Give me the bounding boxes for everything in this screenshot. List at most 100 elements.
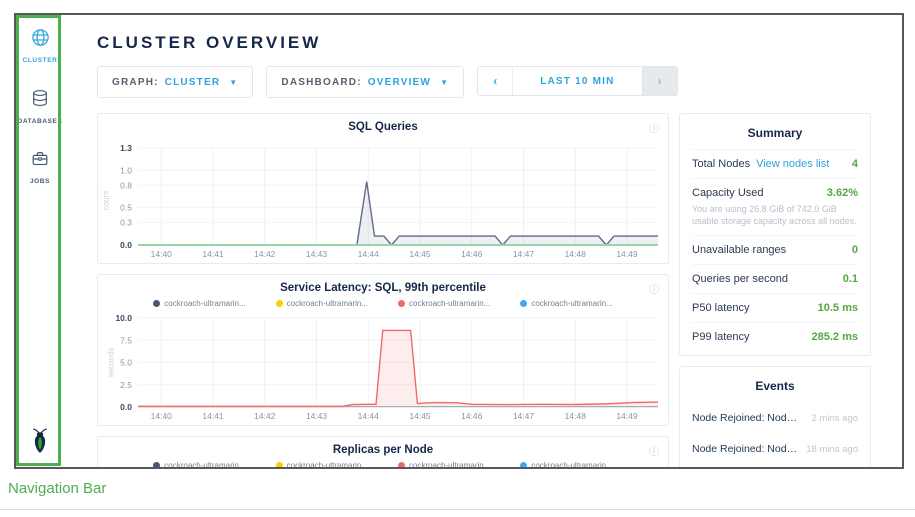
time-range-next-button[interactable]: › <box>642 67 677 95</box>
graph-dropdown-value: CLUSTER <box>165 77 221 88</box>
svg-text:14:40: 14:40 <box>151 249 173 259</box>
chart-title: SQL Queries <box>98 121 668 133</box>
info-icon[interactable]: ⓘ <box>649 443 659 458</box>
event-row[interactable]: Node Rejoined: Node 4 rej...2 mins ago <box>692 402 858 433</box>
graph-dropdown[interactable]: GRAPH: CLUSTER ▼ <box>97 66 253 98</box>
legend-item[interactable]: cockroach-ultramarin... <box>398 299 490 308</box>
svg-text:14:49: 14:49 <box>616 411 638 421</box>
svg-text:14:48: 14:48 <box>565 249 587 259</box>
svg-text:14:41: 14:41 <box>202 411 224 421</box>
summary-row-note: You are using 26.8 GiB of 742.0 GiB usab… <box>692 203 858 227</box>
legend-item[interactable]: cockroach-ultramarin... <box>276 461 368 469</box>
event-text: Node Rejoined: Node 3 rej... <box>692 443 802 455</box>
chart-title: Replicas per Node <box>98 444 668 456</box>
summary-title: Summary <box>692 124 858 149</box>
legend-item[interactable]: cockroach-ultramarin... <box>520 299 612 308</box>
event-row[interactable]: Node Rejoined: Node 3 rej...18 mins ago <box>692 433 858 464</box>
legend-item[interactable]: cockroach-ultramarin... <box>153 461 245 469</box>
event-row[interactable]: Node Rejoined: Node 2 rej...31 mins ago <box>692 464 858 469</box>
chevron-down-icon: ▼ <box>229 78 238 87</box>
sidebar-item-cluster[interactable]: CLUSTER <box>23 27 58 64</box>
chart-panel-sql-queries: SQL Queries ⓘ 14:4014:4114:4214:4314:441… <box>97 113 669 264</box>
svg-text:14:42: 14:42 <box>254 411 276 421</box>
svg-text:14:47: 14:47 <box>513 249 535 259</box>
svg-text:10.0: 10.0 <box>115 313 132 323</box>
summary-row: Queries per second0.1 <box>692 264 858 293</box>
dashboard-dropdown-value: OVERVIEW <box>368 77 431 88</box>
app-window: CLUSTER DATABASES JOBS <box>14 13 904 469</box>
sidebar-item-databases[interactable]: DATABASES <box>18 88 63 125</box>
legend-item[interactable]: cockroach-ultramarin... <box>398 461 490 469</box>
toolbar: GRAPH: CLUSTER ▼ DASHBOARD: OVERVIEW ▼ ‹… <box>97 66 871 98</box>
service-latency-chart[interactable]: 14:4014:4114:4214:4314:4414:4514:4614:47… <box>98 311 666 423</box>
summary-row-label: Total Nodes <box>692 158 750 170</box>
svg-text:14:40: 14:40 <box>151 411 173 421</box>
svg-text:14:43: 14:43 <box>306 249 328 259</box>
legend-dot <box>520 462 527 469</box>
legend-label: cockroach-ultramarin... <box>531 461 612 469</box>
svg-text:5.0: 5.0 <box>120 358 132 368</box>
legend-item[interactable]: cockroach-ultramarin... <box>153 299 245 308</box>
events-panel: Events Node Rejoined: Node 4 rej...2 min… <box>679 366 871 469</box>
legend-label: cockroach-ultramarin... <box>409 299 490 308</box>
svg-text:14:45: 14:45 <box>409 249 431 259</box>
svg-text:14:49: 14:49 <box>616 249 638 259</box>
chart-legend: cockroach-ultramarin... cockroach-ultrama… <box>98 299 668 308</box>
chart-title: Service Latency: SQL, 99th percentile <box>98 282 668 294</box>
sidebar-item-label: CLUSTER <box>23 57 58 64</box>
sql-queries-chart[interactable]: 14:4014:4114:4214:4314:4414:4514:4614:47… <box>98 141 666 261</box>
summary-row-value: 4 <box>852 158 858 170</box>
chevron-down-icon: ▼ <box>440 78 449 87</box>
svg-text:14:46: 14:46 <box>461 249 483 259</box>
briefcase-icon <box>30 149 50 169</box>
page-title: CLUSTER OVERVIEW <box>97 33 871 53</box>
view-nodes-link[interactable]: View nodes list <box>756 158 829 170</box>
globe-icon <box>30 27 51 48</box>
info-icon[interactable]: ⓘ <box>649 281 659 296</box>
y-axis-label: seconds <box>106 347 115 377</box>
cockroach-icon <box>28 427 52 454</box>
event-text: Node Rejoined: Node 4 rej... <box>692 412 802 424</box>
svg-text:1.0: 1.0 <box>120 165 132 175</box>
legend-dot <box>276 462 283 469</box>
summary-row-label: Capacity Used <box>692 187 764 199</box>
legend-label: cockroach-ultramarin... <box>287 299 368 308</box>
svg-text:14:44: 14:44 <box>358 249 380 259</box>
legend-item[interactable]: cockroach-ultramarin... <box>520 461 612 469</box>
sidebar-item-label: JOBS <box>30 178 50 185</box>
dashboard-dropdown[interactable]: DASHBOARD: OVERVIEW ▼ <box>266 66 464 98</box>
sidebar-item-jobs[interactable]: JOBS <box>30 149 50 185</box>
summary-row: Total Nodes View nodes list 4 <box>692 149 858 178</box>
legend-dot <box>153 300 160 307</box>
svg-text:7.5: 7.5 <box>120 335 132 345</box>
database-icon <box>30 88 50 109</box>
summary-row-value: 10.5 ms <box>818 302 858 314</box>
legend-item[interactable]: cockroach-ultramarin... <box>276 299 368 308</box>
summary-row-label: P99 latency <box>692 331 749 343</box>
legend-dot <box>398 462 405 469</box>
time-range-prev-button[interactable]: ‹ <box>478 67 513 95</box>
y-axis-label: count <box>101 191 110 211</box>
chevron-right-icon: › <box>658 74 662 88</box>
legend-label: cockroach-ultramarin... <box>287 461 368 469</box>
legend-dot <box>153 462 160 469</box>
chart-panel-replicas-per-node: Replicas per Node ⓘ cockroach-ultramarin… <box>97 436 669 469</box>
right-column: Summary Total Nodes View nodes list 4 Capac… <box>679 113 871 469</box>
svg-text:0.3: 0.3 <box>120 218 132 228</box>
dashboard-dropdown-label: DASHBOARD: <box>281 77 361 88</box>
summary-row: Unavailable ranges0 <box>692 235 858 264</box>
svg-text:14:41: 14:41 <box>202 249 224 259</box>
svg-text:14:43: 14:43 <box>306 411 328 421</box>
graph-dropdown-label: GRAPH: <box>112 77 159 88</box>
annotation-caption: Navigation Bar <box>8 480 106 497</box>
cockroachdb-logo[interactable] <box>28 427 52 459</box>
svg-text:14:45: 14:45 <box>409 411 431 421</box>
summary-row-label: Unavailable ranges <box>692 244 786 256</box>
events-rows: Node Rejoined: Node 4 rej...2 mins agoNo… <box>692 402 858 469</box>
info-icon[interactable]: ⓘ <box>649 120 659 135</box>
time-range-label[interactable]: LAST 10 MIN <box>513 67 641 95</box>
events-title: Events <box>692 377 858 402</box>
svg-text:1.3: 1.3 <box>120 143 132 153</box>
svg-text:14:44: 14:44 <box>358 411 380 421</box>
charts-column: SQL Queries ⓘ 14:40 14:41 14:42 14:43 14:44 1… <box>97 113 669 469</box>
